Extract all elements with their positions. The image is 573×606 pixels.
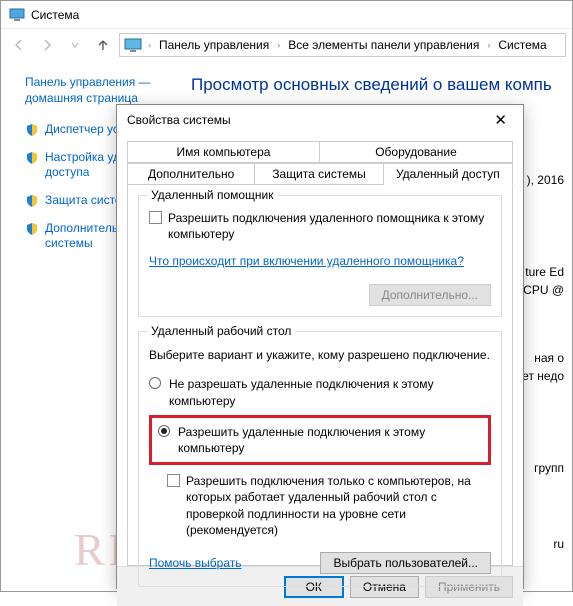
shield-icon [25, 194, 39, 208]
shield-icon [25, 222, 39, 236]
up-button[interactable] [91, 33, 115, 57]
window-title: Система [31, 8, 79, 22]
addressbar[interactable]: › Панель управления › Все элементы панел… [119, 33, 566, 57]
system-properties-dialog: Свойства системы ✕ Имя компьютера Оборуд… [116, 104, 524, 589]
info-fragment: ), 2016 [527, 173, 564, 187]
system-icon [9, 7, 25, 23]
remote-assistance-advanced-button[interactable]: Дополнительно... [369, 284, 491, 306]
allow-remote-assistance-checkbox[interactable] [149, 211, 162, 224]
info-fragment: ru [553, 537, 564, 551]
shield-icon [25, 151, 39, 165]
checkbox-label: Разрешить подключения только с компьютер… [186, 473, 491, 538]
page-title: Просмотр основных сведений о вашем компь [191, 75, 562, 95]
sidebar-home-link[interactable]: Панель управления — домашняя страница [25, 75, 175, 106]
breadcrumb-item[interactable]: Система [496, 38, 548, 52]
dialog-title: Свойства системы [127, 113, 231, 127]
close-button[interactable]: ✕ [486, 107, 515, 133]
group-legend: Удаленный рабочий стол [147, 324, 295, 338]
help-choose-link[interactable]: Помочь выбрать [149, 556, 242, 570]
nla-checkbox[interactable] [167, 474, 180, 487]
navbar: › Панель управления › Все элементы панел… [1, 29, 572, 61]
shield-icon [25, 123, 39, 137]
radio-allow[interactable] [158, 425, 170, 437]
monitor-icon [124, 38, 142, 52]
select-users-button[interactable]: Выбрать пользователей... [320, 552, 491, 574]
forward-button[interactable] [35, 33, 59, 57]
chevron-right-icon: › [146, 40, 153, 50]
tab-remote[interactable]: Удаленный доступ [384, 163, 513, 185]
recent-dropdown[interactable] [63, 33, 87, 57]
info-fragment: групп [534, 461, 564, 475]
dialog-titlebar: Свойства системы ✕ [117, 105, 523, 135]
radio-label: Не разрешать удаленные подключения к это… [169, 376, 491, 408]
tab-system-protection[interactable]: Защита системы [255, 163, 383, 184]
info-fragment: ная о [534, 351, 564, 365]
back-button[interactable] [7, 33, 31, 57]
tab-advanced[interactable]: Дополнительно [127, 163, 255, 184]
group-intro: Выберите вариант и укажите, кому разреше… [149, 348, 491, 362]
highlighted-option: Разрешить удаленные подключения к этому … [149, 415, 491, 465]
remote-assistance-group: Удаленный помощник Разрешить подключения… [138, 195, 502, 317]
tab-content: Удаленный помощник Разрешить подключения… [127, 184, 513, 566]
tab-hardware[interactable]: Оборудование [320, 141, 513, 163]
group-legend: Удаленный помощник [147, 188, 278, 202]
breadcrumb-item[interactable]: Все элементы панели управления [286, 38, 481, 52]
radio-dont-allow[interactable] [149, 377, 161, 389]
titlebar: Система [1, 1, 572, 29]
radio-label: Разрешить удаленные подключения к этому … [178, 424, 482, 456]
tab-computer-name[interactable]: Имя компьютера [127, 141, 320, 163]
info-fragment: ет недо [522, 369, 564, 383]
remote-assistance-help-link[interactable]: Что происходит при включении удаленного … [149, 254, 464, 268]
chevron-right-icon: › [275, 40, 282, 50]
breadcrumb-item[interactable]: Панель управления [157, 38, 271, 52]
chevron-right-icon: › [485, 40, 492, 50]
remote-desktop-group: Удаленный рабочий стол Выберите вариант … [138, 331, 502, 587]
checkbox-label: Разрешить подключения удаленного помощни… [168, 210, 491, 242]
info-fragment: ture Ed [525, 265, 564, 279]
